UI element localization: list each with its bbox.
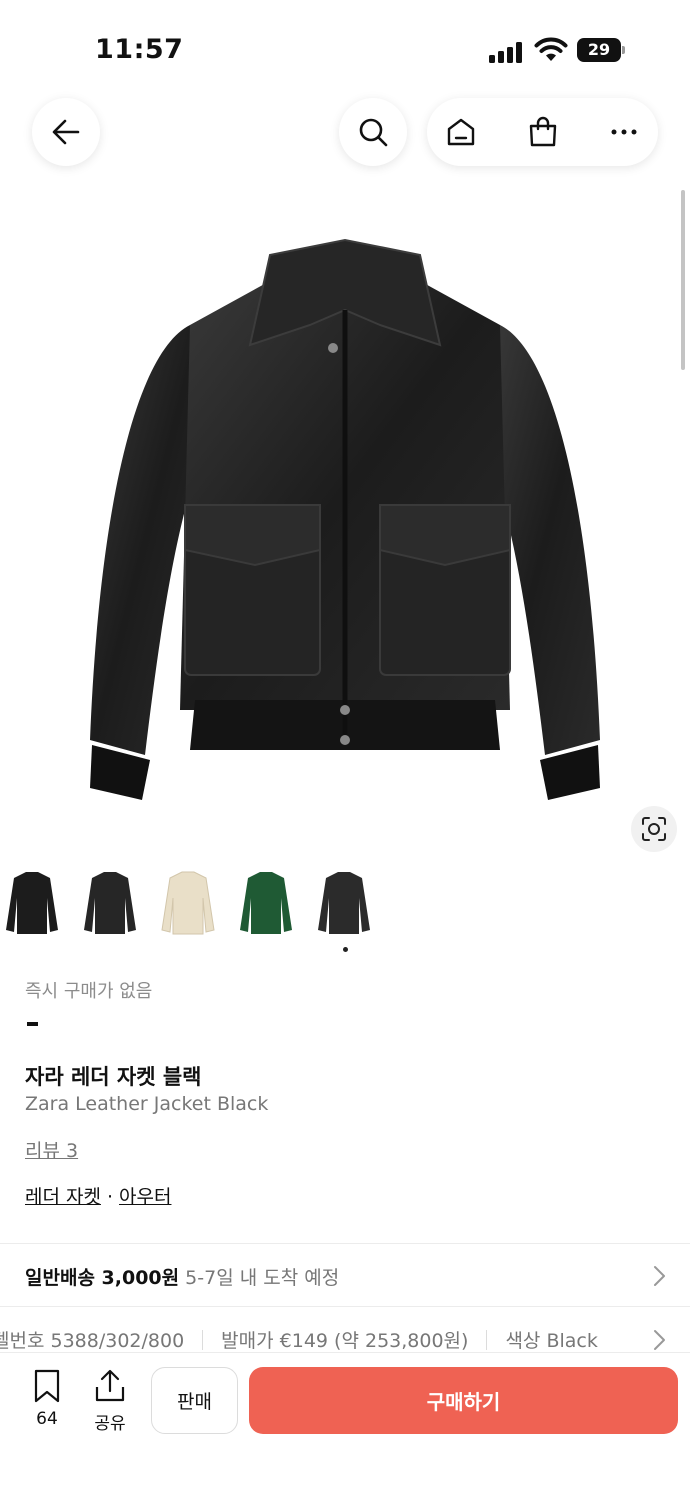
- spec-model-number: 델번호 5388/302/800: [0, 1330, 185, 1352]
- color-variant-thumbnails: [0, 868, 690, 948]
- category-breadcrumb: 레더 자켓 · 아우터: [25, 1182, 171, 1209]
- shopping-bag-icon: [529, 116, 557, 147]
- delivery-eta: 5-7일 내 도착 예정: [185, 1267, 340, 1289]
- arrow-left-icon: [52, 119, 80, 145]
- search-icon: [359, 118, 388, 147]
- bookmark-icon: [34, 1369, 60, 1403]
- wifi-icon: [534, 37, 568, 61]
- share-icon: [95, 1369, 125, 1402]
- sell-button[interactable]: 판매: [151, 1367, 238, 1434]
- bottom-action-bar: 64 공유 판매 구매하기: [0, 1352, 690, 1500]
- availability-label: 즉시 구매가 없음: [25, 981, 153, 1002]
- category-separator: ·: [106, 1186, 114, 1208]
- buy-button[interactable]: 구매하기: [249, 1367, 678, 1434]
- chevron-right-icon: [654, 1330, 665, 1350]
- reviews-link[interactable]: 리뷰 3: [25, 1136, 78, 1163]
- spec-release-price: 발매가 €149 (약 253,800원): [221, 1330, 469, 1352]
- delivery-info: 일반배송 3,000원 5-7일 내 도착 예정: [25, 1263, 339, 1290]
- cart-button[interactable]: [509, 98, 577, 166]
- image-search-icon: [642, 817, 666, 841]
- bookmark-button[interactable]: 64: [22, 1369, 72, 1429]
- spec-items: 델번호 5388/302/800 발매가 €149 (약 253,800원) 색상 …: [0, 1326, 598, 1353]
- thumbnail-3[interactable]: [156, 868, 220, 944]
- battery-level: 29: [577, 38, 621, 62]
- product-image[interactable]: [80, 230, 610, 810]
- thumbnail-4[interactable]: [234, 868, 298, 944]
- header-action-group: [427, 98, 658, 166]
- home-button[interactable]: [427, 98, 495, 166]
- category-link-leather-jacket[interactable]: 레더 자켓: [25, 1186, 101, 1208]
- scrollbar[interactable]: [681, 190, 685, 370]
- status-bar: 11:57 29: [0, 0, 690, 90]
- more-horizontal-icon: [611, 129, 637, 135]
- price-value: [27, 1022, 38, 1026]
- share-label: 공유: [94, 1414, 126, 1434]
- delivery-row[interactable]: 일반배송 3,000원 5-7일 내 도착 예정: [0, 1246, 690, 1306]
- thumbnail-5[interactable]: [312, 868, 376, 944]
- product-title-en: Zara Leather Jacket Black: [25, 1093, 269, 1115]
- image-search-button[interactable]: [631, 806, 677, 852]
- delivery-fee: 일반배송 3,000원: [25, 1267, 180, 1289]
- more-button[interactable]: [590, 98, 658, 166]
- cellular-signal-icon: [489, 41, 525, 63]
- divider: [0, 1306, 690, 1307]
- divider: [0, 1243, 690, 1244]
- search-button[interactable]: [339, 98, 407, 166]
- category-link-outer[interactable]: 아우터: [119, 1186, 171, 1208]
- thumbnail-1[interactable]: [0, 868, 64, 944]
- back-button[interactable]: [32, 98, 100, 166]
- selected-thumbnail-indicator: [343, 947, 348, 952]
- spec-color: 색상 Black: [505, 1330, 598, 1352]
- thumbnail-2[interactable]: [78, 868, 142, 944]
- share-button[interactable]: 공유: [85, 1369, 135, 1434]
- status-time: 11:57: [95, 34, 184, 65]
- bookmark-count: 64: [36, 1409, 58, 1429]
- product-title-ko: 자라 레더 자켓 블랙: [25, 1065, 202, 1089]
- battery-icon: 29: [577, 38, 625, 62]
- chevron-right-icon: [654, 1266, 665, 1286]
- home-icon: [447, 118, 475, 146]
